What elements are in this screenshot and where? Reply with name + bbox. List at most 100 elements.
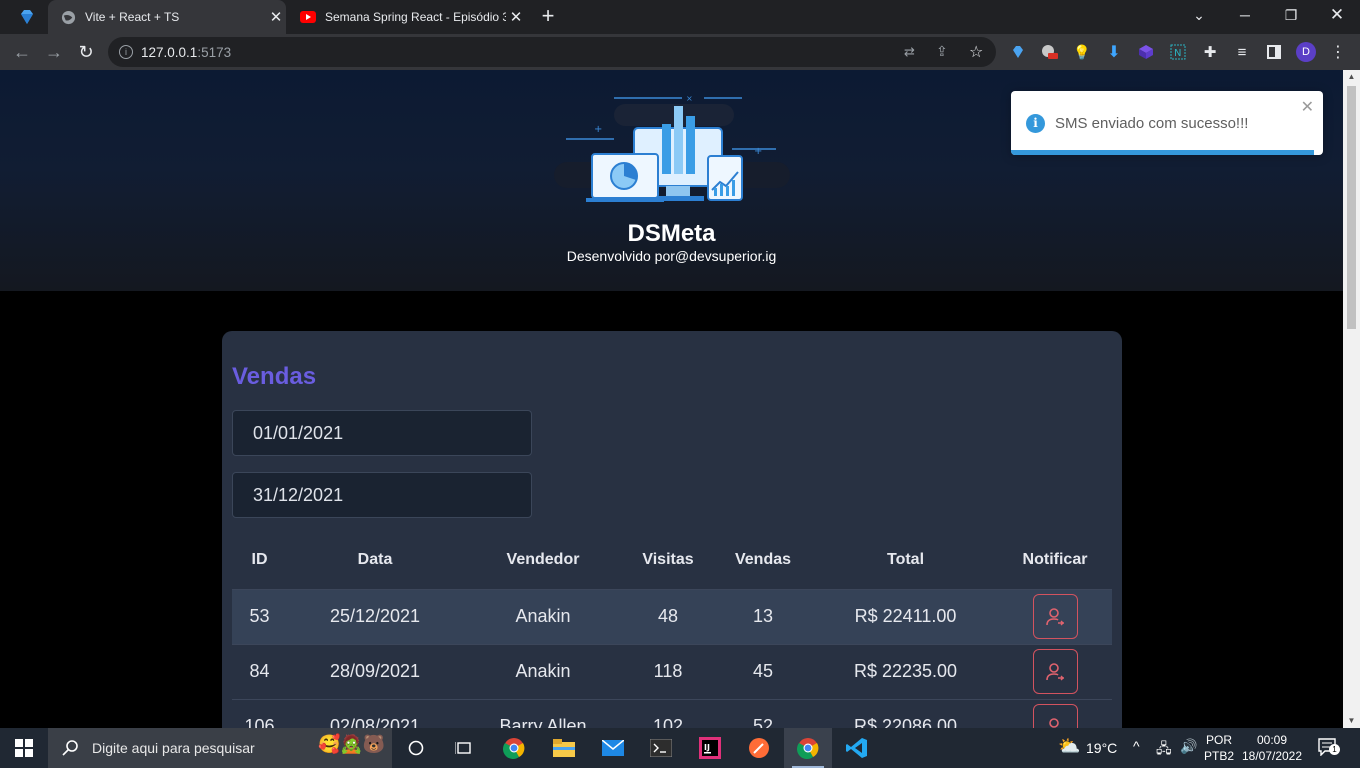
cell-total: R$ 22086.00: [813, 698, 998, 728]
minimize-button[interactable]: ─: [1222, 0, 1268, 30]
postman-icon[interactable]: [735, 728, 783, 768]
browser-toolbar: ← → ↻ i 127.0.0.1:5173 ⇄ ⇪ ☆ 💡 ⬇ N ✚ ≡ D…: [0, 34, 1360, 70]
translate-icon[interactable]: ⇄: [904, 44, 915, 60]
notify-user-icon: [1046, 607, 1064, 625]
site-info-icon[interactable]: i: [119, 45, 133, 59]
max-date-input[interactable]: 31/12/2021: [232, 472, 532, 518]
sales-table: ID Data Vendedor Visitas Vendas Total No…: [232, 531, 1112, 728]
scroll-up-arrow-icon[interactable]: ▲: [1343, 70, 1360, 84]
close-window-button[interactable]: ✕: [1314, 0, 1360, 30]
notify-user-icon: [1046, 662, 1064, 680]
search-highlight-emoji-icon: 🥰🧟🐻: [318, 734, 386, 754]
side-panel-icon[interactable]: [1264, 42, 1284, 62]
language-indicator-top[interactable]: POR: [1203, 733, 1235, 747]
svg-text:IJ: IJ: [704, 743, 710, 752]
windows-start-button[interactable]: [0, 728, 48, 768]
vscode-icon[interactable]: [833, 728, 881, 768]
brand-title: DSMeta: [627, 220, 716, 247]
media-queue-icon[interactable]: ≡: [1232, 42, 1252, 62]
clock-time[interactable]: 00:09: [1240, 733, 1304, 747]
cell-date: 02/08/2021: [287, 698, 463, 728]
profile-avatar[interactable]: D: [1296, 42, 1316, 62]
n-extension-icon[interactable]: N: [1168, 42, 1188, 62]
share-icon[interactable]: ⇪: [936, 43, 948, 60]
cell-deals: 52: [713, 698, 813, 728]
download-extension-icon[interactable]: ⬇: [1104, 42, 1124, 62]
notify-sms-button[interactable]: [1032, 649, 1078, 694]
lightbulb-extension-icon[interactable]: 💡: [1072, 42, 1092, 62]
cell-total: R$ 22411.00: [813, 588, 998, 644]
column-header-visits: Visitas: [642, 550, 694, 568]
search-placeholder: Digite aqui para pesquisar: [92, 740, 255, 756]
volume-icon[interactable]: 🔊: [1180, 738, 1197, 755]
cell-seller: Barry Allen: [463, 698, 623, 728]
language-indicator-bottom[interactable]: PTB2: [1203, 749, 1235, 763]
scrollbar-thumb[interactable]: [1347, 86, 1356, 329]
chrome-taskbar-icon[interactable]: [490, 728, 538, 768]
cell-total: R$ 22235.00: [813, 643, 998, 699]
forward-arrow-icon[interactable]: →: [42, 40, 66, 64]
cell-date: 25/12/2021: [287, 588, 463, 644]
notification-count-badge: 1: [1329, 744, 1340, 755]
notification-center-icon[interactable]: 1: [1318, 738, 1340, 757]
close-tab-icon[interactable]: ✕: [266, 8, 286, 26]
extensions-puzzle-icon[interactable]: ✚: [1200, 42, 1220, 62]
web-page: + + × DSMeta Desenvolvido por@devsuperio…: [0, 70, 1343, 728]
sales-title: Vendas: [232, 363, 317, 390]
cell-deals: 45: [713, 643, 813, 699]
svg-text:×: ×: [686, 94, 693, 103]
address-bar[interactable]: i 127.0.0.1:5173 ⇄ ⇪ ☆: [108, 37, 996, 67]
page-scrollbar[interactable]: ▲ ▼: [1343, 70, 1360, 728]
notify-sms-button[interactable]: [1032, 594, 1078, 639]
tab-title: Vite + React + TS: [85, 10, 180, 24]
bookmark-star-icon[interactable]: ☆: [969, 42, 983, 62]
tab-youtube[interactable]: Semana Spring React - Episódio 3 ✕: [288, 0, 526, 34]
cell-notify: [998, 643, 1112, 699]
tab-vite[interactable]: Vite + React + TS ✕: [48, 0, 286, 34]
column-header-total: Total: [886, 550, 925, 568]
restore-button[interactable]: ❐: [1268, 0, 1314, 30]
svg-text:+: +: [594, 124, 602, 135]
taskbar-search-box[interactable]: Digite aqui para pesquisar 🥰🧟🐻: [48, 728, 392, 768]
task-view-icon[interactable]: [440, 728, 488, 768]
new-tab-button[interactable]: +: [538, 5, 558, 27]
tab-search-chevron-icon[interactable]: ⌄: [1176, 0, 1222, 30]
scroll-down-arrow-icon[interactable]: ▼: [1343, 714, 1360, 728]
close-tab-icon[interactable]: ✕: [506, 8, 526, 26]
notify-sms-button[interactable]: [1032, 704, 1078, 728]
cell-id: 106: [232, 698, 287, 728]
table-row: 106 02/08/2021 Barry Allen 102 52 R$ 220…: [232, 698, 1112, 728]
cell-seller: Anakin: [463, 643, 623, 699]
tray-chevron-up-icon[interactable]: ^: [1133, 738, 1140, 754]
menu-kebab-icon[interactable]: ⋮: [1328, 42, 1348, 62]
min-date-input[interactable]: 01/01/2021: [232, 410, 532, 456]
toast-message: SMS enviado com sucesso!!!: [1055, 115, 1249, 132]
column-header-seller: Vendedor: [506, 550, 580, 568]
mail-icon[interactable]: [589, 728, 637, 768]
terminal-icon[interactable]: [637, 728, 685, 768]
sales-card: Vendas 01/01/2021 31/12/2021 ID Data Ven…: [222, 331, 1122, 728]
network-icon[interactable]: 🖧: [1156, 738, 1172, 762]
info-icon: i: [1026, 114, 1045, 133]
clock-date[interactable]: 18/07/2022: [1240, 749, 1304, 763]
search-icon: [62, 740, 78, 756]
cube-extension-icon[interactable]: [1136, 42, 1156, 62]
cloud-extension-icon[interactable]: [1040, 42, 1060, 62]
youtube-icon: [300, 9, 316, 25]
column-header-id: ID: [251, 550, 268, 568]
windows-logo-icon: [15, 739, 33, 757]
pinned-tab-gem-icon[interactable]: [18, 8, 36, 26]
toast-close-icon[interactable]: ✕: [1301, 97, 1314, 117]
weather-icon[interactable]: ⛅: [1058, 736, 1080, 757]
cell-visits: 48: [623, 588, 713, 644]
windows-taskbar: Digite aqui para pesquisar 🥰🧟🐻 IJ ⛅ 19°C…: [0, 728, 1360, 768]
reload-icon[interactable]: ↻: [74, 40, 98, 64]
weather-temperature[interactable]: 19°C: [1086, 740, 1117, 756]
intellij-icon[interactable]: IJ: [686, 728, 734, 768]
file-explorer-icon[interactable]: [540, 728, 588, 768]
globe-icon: [60, 9, 76, 25]
gem-extension-icon[interactable]: [1008, 42, 1028, 62]
cortana-icon[interactable]: [392, 728, 440, 768]
back-arrow-icon[interactable]: ←: [10, 40, 34, 64]
chrome-active-taskbar-icon[interactable]: [784, 728, 832, 768]
